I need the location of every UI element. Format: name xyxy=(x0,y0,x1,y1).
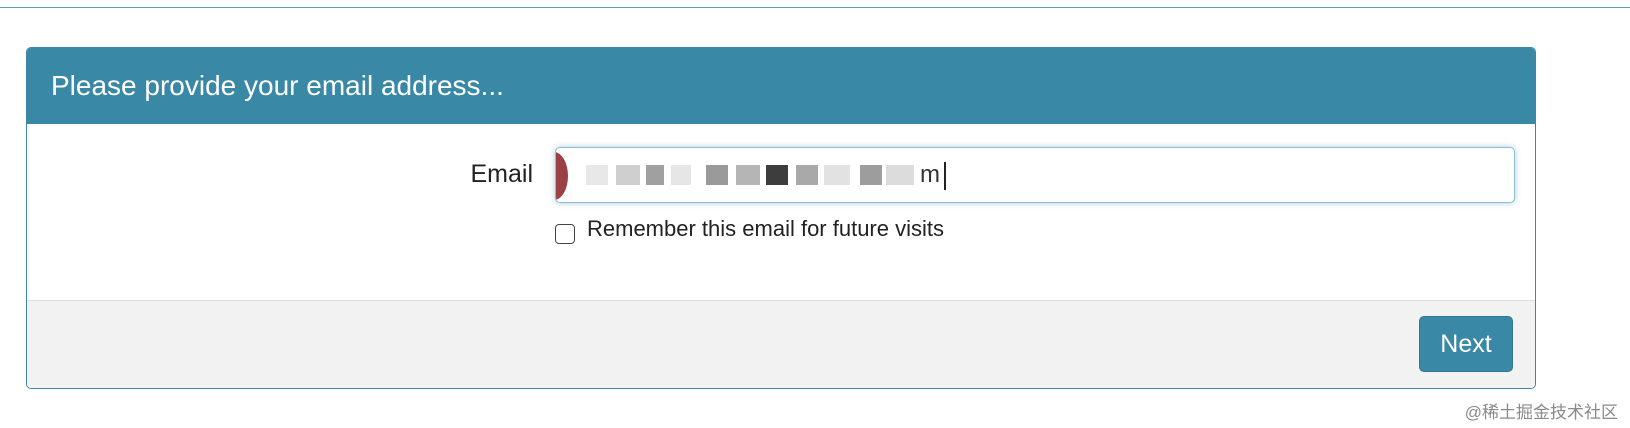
panel-title: Please provide your email address... xyxy=(51,70,504,101)
email-field-wrapper[interactable] xyxy=(555,147,1515,203)
next-button[interactable]: Next xyxy=(1419,316,1513,372)
watermark: @稀土掘金技术社区 xyxy=(1464,403,1618,422)
email-form-panel: Please provide your email address... Ema… xyxy=(26,47,1536,389)
remember-email-label[interactable]: Remember this email for future visits xyxy=(587,216,944,242)
email-label: Email xyxy=(470,160,533,188)
panel-header: Please provide your email address... xyxy=(27,48,1535,124)
top-divider xyxy=(0,7,1630,8)
text-caret xyxy=(944,162,946,190)
remember-email-checkbox[interactable] xyxy=(555,224,575,244)
email-input[interactable] xyxy=(556,148,1514,202)
panel-footer: Next xyxy=(27,300,1535,388)
remember-email-row[interactable]: Remember this email for future visits xyxy=(555,214,944,244)
panel-body: Email Remember this email for future vis… xyxy=(27,124,1535,300)
